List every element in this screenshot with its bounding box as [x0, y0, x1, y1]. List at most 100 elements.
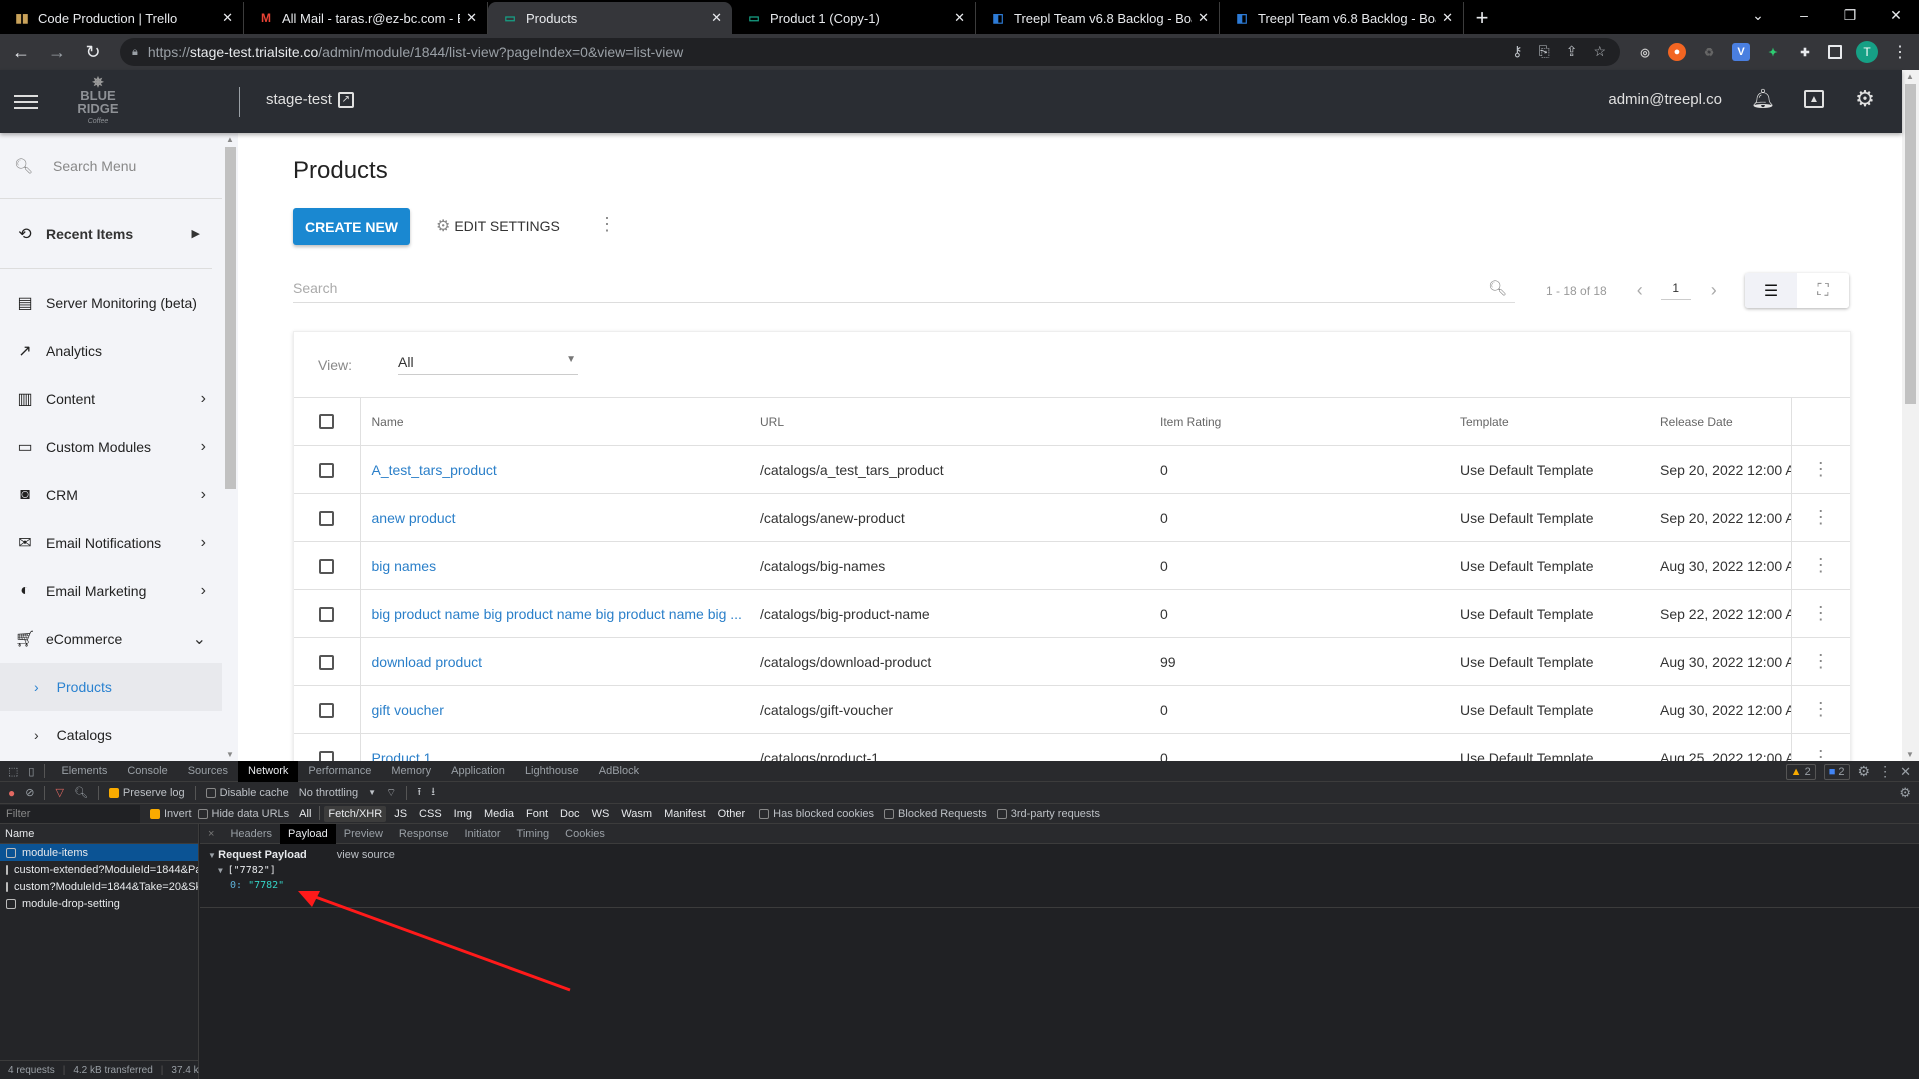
devtools-close-icon[interactable]: ✕ [1900, 764, 1911, 780]
sidebar-item-custom-modules[interactable]: ▭ Custom Modules › [0, 423, 222, 471]
product-name-link[interactable]: A_test_tars_product [360, 445, 760, 494]
sidebar-scrollbar[interactable]: ▲ ▼ [222, 133, 238, 761]
close-window-button[interactable]: ✕ [1873, 0, 1919, 30]
sidebar-item-content[interactable]: ▥ Content › [0, 375, 222, 423]
share-icon[interactable]: ⇪ [1566, 43, 1578, 60]
browser-tab[interactable]: ▮▮ Code Production | Trello ✕ [0, 2, 244, 34]
user-email[interactable]: admin@treepl.co [1608, 91, 1722, 108]
devtools-menu-icon[interactable]: ⋮ [1878, 763, 1892, 780]
product-name-link[interactable]: Product 1 [360, 733, 760, 761]
search-icon[interactable]: 🔍︎ [74, 786, 88, 799]
network-settings-icon[interactable]: ⚙ [1899, 785, 1911, 801]
devtools-tab-adblock[interactable]: AdBlock [589, 761, 649, 782]
product-name-link[interactable]: big names [360, 541, 760, 590]
devtools-tab-performance[interactable]: Performance [298, 761, 381, 782]
close-tab-icon[interactable]: ✕ [711, 10, 722, 26]
payload-array[interactable]: ▼ ["7782"] [218, 865, 1911, 876]
forward-button[interactable]: → [42, 37, 72, 67]
warnings-badge[interactable]: ▲ 2 [1785, 763, 1816, 780]
filter-type-media[interactable]: Media [480, 806, 518, 822]
browser-tab[interactable]: ◧ Treepl Team v6.8 Backlog - Board ✕ [976, 2, 1220, 34]
reload-button[interactable]: ↻ [78, 37, 108, 67]
translate-icon[interactable]: ⎘ [1539, 43, 1550, 60]
detail-tab-cookies[interactable]: Cookies [557, 824, 613, 844]
row-checkbox[interactable] [319, 510, 335, 526]
filter-3rd-party-requests-checkbox[interactable]: 3rd-party requests [996, 808, 1100, 820]
new-tab-button[interactable]: + [1464, 2, 1500, 34]
filter-type-other[interactable]: Other [714, 806, 750, 822]
column-header-release-date[interactable]: Release Date [1660, 397, 1792, 446]
tree-view-button[interactable]: ⛶ [1797, 273, 1849, 308]
row-checkbox[interactable] [319, 750, 335, 761]
select-all-checkbox[interactable] [319, 414, 335, 430]
bell-icon[interactable]: 🔔︎ [1751, 88, 1775, 110]
filter-type-wasm[interactable]: Wasm [617, 806, 656, 822]
filter-type-manifest[interactable]: Manifest [660, 806, 710, 822]
devtools-tab-application[interactable]: Application [441, 761, 515, 782]
table-row[interactable]: A_test_tars_product/catalogs/a_test_tars… [294, 445, 1850, 494]
disable-cache-checkbox[interactable]: Disable cache [205, 787, 289, 799]
devtools-tab-memory[interactable]: Memory [381, 761, 441, 782]
view-select[interactable]: All ▼ [398, 350, 578, 375]
filter-type-font[interactable]: Font [522, 806, 552, 822]
url-input[interactable]: 🔒︎ https://stage-test.trialsite.co/admin… [120, 38, 1620, 66]
search-icon[interactable]: 🔍︎ [1488, 279, 1507, 297]
sidebar-item-crm[interactable]: ◙ CRM › [0, 471, 222, 519]
bookmark-star-icon[interactable]: ☆ [1593, 43, 1606, 60]
clear-icon[interactable]: ⊘ [25, 786, 34, 799]
browser-tab[interactable]: ▭ Products ✕ [488, 2, 732, 34]
request-row[interactable]: module-items [0, 844, 198, 861]
network-filter-input[interactable]: Filter [0, 804, 140, 823]
devtools-tab-lighthouse[interactable]: Lighthouse [515, 761, 589, 782]
device-toolbar-icon[interactable]: ▯ [28, 765, 34, 778]
row-checkbox[interactable] [319, 702, 335, 718]
filter-type-img[interactable]: Img [450, 806, 476, 822]
detail-tab-payload[interactable]: Payload [280, 823, 336, 844]
table-row[interactable]: gift voucher/catalogs/gift-voucher 0 Use D… [294, 685, 1850, 734]
column-header-url[interactable]: URL [760, 397, 1160, 446]
hamburger-menu-icon[interactable] [14, 94, 38, 109]
product-name-link[interactable]: download product [360, 637, 760, 686]
request-list-header[interactable]: Name [0, 824, 198, 844]
row-checkbox[interactable] [319, 462, 335, 478]
invert-checkbox[interactable]: Invert [150, 808, 192, 820]
network-conditions-icon[interactable]: ⌔ [386, 786, 396, 800]
back-button[interactable]: ← [6, 37, 36, 67]
throttling-select[interactable]: No throttling ▼ [299, 787, 376, 799]
tab-search-icon[interactable]: ⌄ [1735, 0, 1781, 30]
row-checkbox[interactable] [319, 606, 335, 622]
close-tab-icon[interactable]: ✕ [1198, 10, 1209, 26]
detail-tab-response[interactable]: Response [391, 824, 457, 844]
row-actions-icon[interactable]: ⋮ [1791, 541, 1850, 590]
browser-tab[interactable]: M All Mail - taras.r@ez-bc.com - EZ ✕ [244, 2, 488, 34]
close-detail-icon[interactable]: × [200, 824, 222, 844]
row-actions-icon[interactable]: ⋮ [1791, 637, 1850, 686]
minimize-button[interactable]: – [1781, 0, 1827, 30]
row-actions-icon[interactable]: ⋮ [1791, 493, 1850, 542]
row-actions-icon[interactable]: ⋮ [1791, 685, 1850, 734]
detail-tab-timing[interactable]: Timing [509, 824, 558, 844]
more-options-icon[interactable]: ⋮ [598, 215, 616, 233]
record-icon[interactable]: ● [8, 786, 15, 800]
payload-title[interactable]: ▼ Request Payload [208, 849, 307, 861]
browser-tab[interactable]: ▭ Product 1 (Copy-1) ✕ [732, 2, 976, 34]
devtools-tab-network[interactable]: Network [238, 760, 299, 782]
extension-icon[interactable]: ● [1668, 43, 1686, 61]
page-scrollbar[interactable]: ▲ ▼ [1902, 70, 1919, 761]
request-row[interactable]: custom-extended?ModuleId=1844&Pa... [0, 861, 198, 878]
close-tab-icon[interactable]: ✕ [222, 10, 233, 26]
filter-type-all[interactable]: All [295, 806, 315, 822]
devtools-tab-elements[interactable]: Elements [51, 761, 117, 782]
row-actions-icon[interactable]: ⋮ [1791, 445, 1850, 494]
filter-type-ws[interactable]: WS [588, 806, 614, 822]
filter-funnel-icon[interactable]: ▽ [55, 786, 63, 799]
profile-avatar[interactable]: T [1856, 41, 1878, 63]
sidebar-item-ecommerce[interactable]: 🛒︎ eCommerce ⌄ [0, 615, 222, 663]
next-page-button[interactable]: › [1711, 280, 1717, 301]
devtools-tab-sources[interactable]: Sources [178, 761, 238, 782]
column-header-template[interactable]: Template [1460, 397, 1660, 446]
row-actions-icon[interactable]: ⋮ [1791, 733, 1850, 761]
filter-type-css[interactable]: CSS [415, 806, 446, 822]
gear-icon[interactable]: ⚙ [1854, 86, 1876, 111]
detail-tab-preview[interactable]: Preview [336, 824, 391, 844]
